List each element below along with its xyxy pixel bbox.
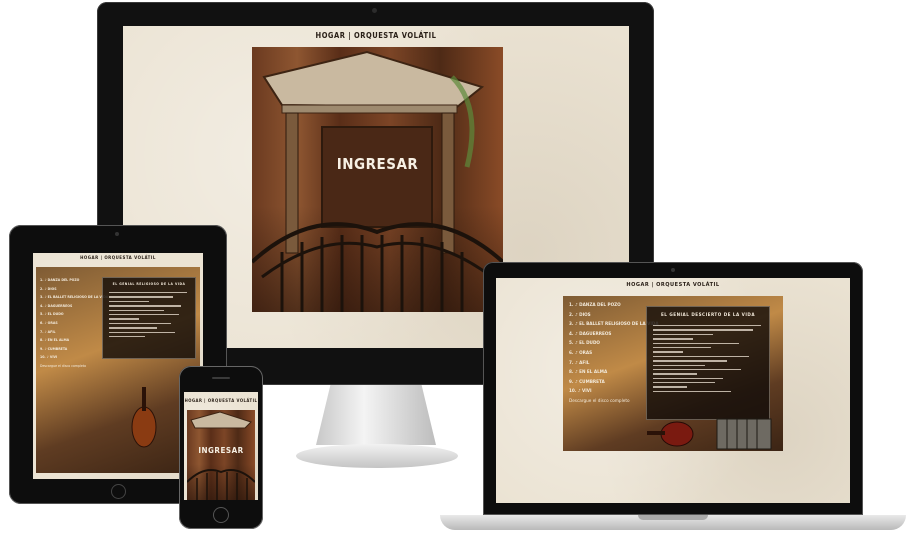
phone-screen: HOGAR | ORQUESTA VOLÁTIL INGRESAR: [184, 392, 258, 500]
laptop-site-header[interactable]: HOGAR | ORQUESTA VOLÁTIL: [496, 282, 850, 288]
laptop-trackpad-notch: [638, 515, 708, 520]
laptop-panel-title: EL GENIAL DESCIERTO DE LA VIDA: [660, 313, 756, 318]
tablet-track-5[interactable]: 5. ♪ EL DUDO: [40, 313, 108, 316]
tablet-music-room-illustration: 1. ♪ DANZA DEL POZO 2. ♪ DIOS 3. ♪ EL BA…: [36, 267, 200, 473]
violin-drawing: [131, 387, 157, 448]
porch-illustration: INGRESAR: [252, 47, 503, 312]
tablet-lyrics-text: [109, 292, 189, 340]
enter-button[interactable]: INGRESAR: [252, 155, 503, 173]
phone-home-button[interactable]: [213, 507, 229, 523]
monitor-stand: [316, 385, 436, 445]
phone-house-drawing: [187, 411, 255, 500]
tablet-download-link[interactable]: Descargue el disco completo: [40, 364, 108, 368]
tablet-lyrics-panel: EL GENIAL RELIGIOSO DE LA VIDA: [102, 277, 196, 359]
laptop-lid: HOGAR | ORQUESTA VOLÁTIL 1. ♪ DANZA DEL …: [483, 262, 863, 515]
tablet-home-button[interactable]: [111, 484, 126, 499]
tablet-screen: HOGAR | ORQUESTA VOLÁTIL 1. ♪ DANZA DEL …: [33, 253, 203, 479]
tablet-track-2[interactable]: 2. ♪ DIOS: [40, 287, 108, 291]
monitor-camera: [372, 8, 377, 13]
phone-porch-illustration: INGRESAR: [187, 410, 255, 500]
laptop-music-room-illustration: 1. ♪ DANZA DEL POZO 2. ♪ DIOS 3. ♪ EL BA…: [563, 296, 783, 451]
guitar-drawing: [647, 421, 694, 447]
laptop-lyrics-text: [653, 325, 763, 395]
laptop-camera: [671, 268, 675, 272]
site-header[interactable]: HOGAR | ORQUESTA VOLÁTIL: [123, 31, 629, 40]
tablet-track-9[interactable]: 9. ♪ CUMBRETA: [40, 347, 108, 351]
tablet-tracklist: 1. ♪ DANZA DEL POZO 2. ♪ DIOS 3. ♪ EL BA…: [40, 278, 108, 374]
tablet-track-1[interactable]: 1. ♪ DANZA DEL POZO: [40, 278, 108, 282]
house-roof-drawing: [252, 50, 503, 312]
phone-enter-button[interactable]: INGRESAR: [187, 446, 255, 455]
accordion-drawing: [716, 418, 772, 450]
phone-device: HOGAR | ORQUESTA VOLÁTIL INGRESAR: [179, 366, 263, 529]
tablet-site-header[interactable]: HOGAR | ORQUESTA VOLÁTIL: [33, 256, 203, 261]
tablet-track-7[interactable]: 7. ♪ AFIL: [40, 330, 108, 334]
tablet-track-6[interactable]: 6. ♪ ORAS: [40, 321, 108, 325]
laptop-lyrics-panel: EL GENIAL DESCIERTO DE LA VIDA: [646, 306, 770, 420]
phone-speaker: [212, 377, 230, 379]
tablet-track-10[interactable]: 10. ♪ VIVI: [40, 356, 108, 359]
tablet-track-3[interactable]: 3. ♪ EL BALLET RELIGIOSO DE LA VIDA: [40, 295, 108, 299]
phone-site-header[interactable]: HOGAR | ORQUESTA VOLÁTIL: [184, 398, 258, 403]
tablet-track-8[interactable]: 8. ♪ EN EL ALMA: [40, 338, 108, 342]
tablet-camera: [115, 232, 119, 236]
tablet-track-4[interactable]: 4. ♪ DAGUERREOS: [40, 304, 108, 308]
laptop-screen: HOGAR | ORQUESTA VOLÁTIL 1. ♪ DANZA DEL …: [496, 278, 850, 503]
monitor-base: [296, 444, 458, 468]
tablet-panel-title: EL GENIAL RELIGIOSO DE LA VIDA: [112, 282, 186, 286]
